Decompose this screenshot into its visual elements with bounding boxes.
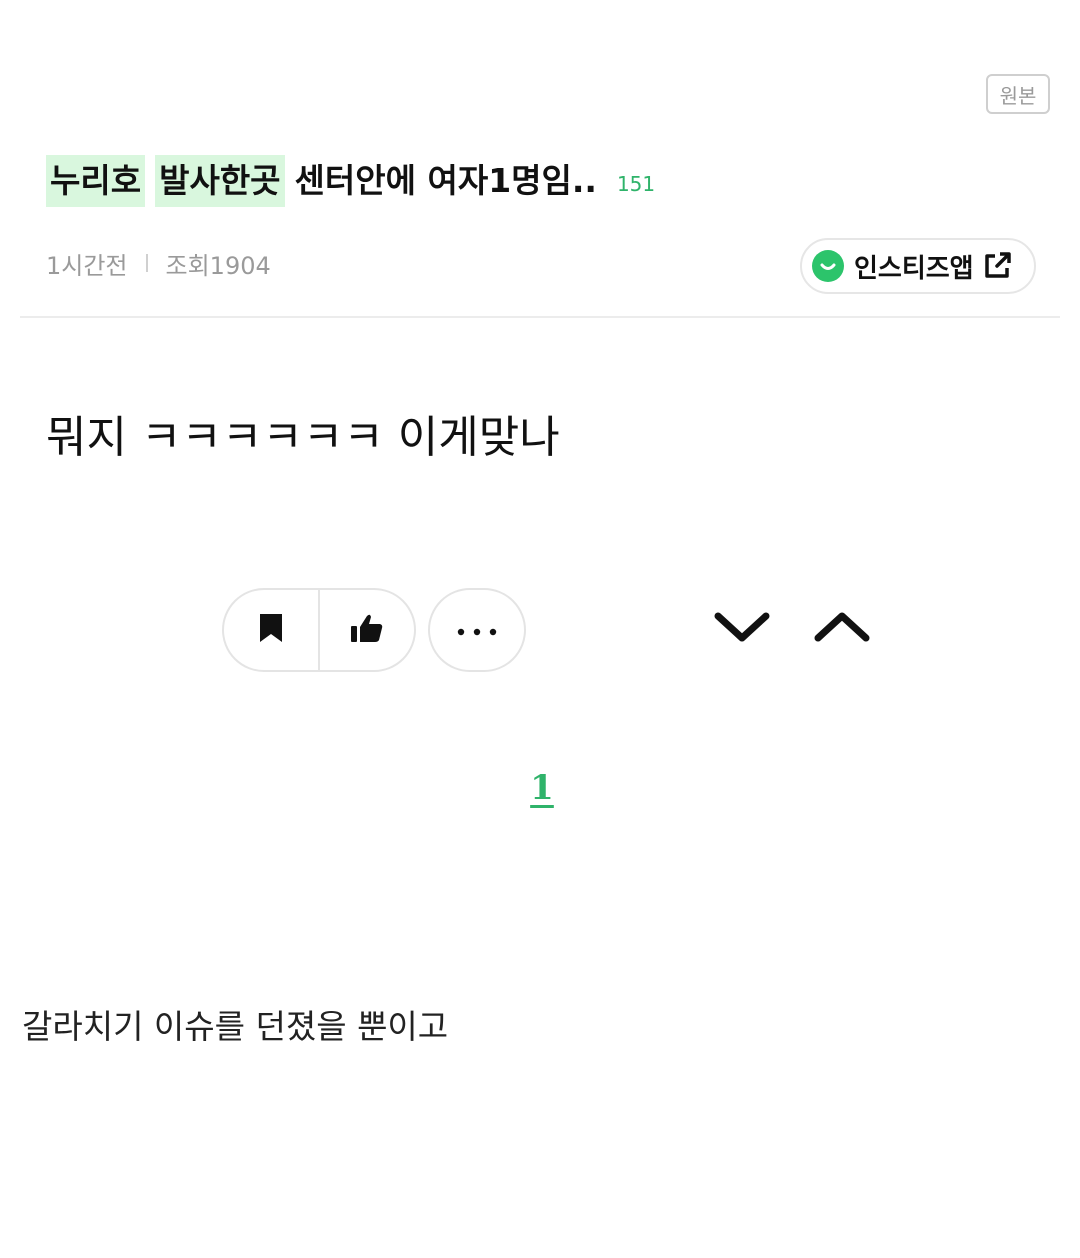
post-title: 누리호 발사한곳 센터안에 여자1명임.. 151	[46, 154, 655, 208]
like-button[interactable]	[320, 590, 414, 670]
previous-post-button[interactable]	[812, 606, 872, 652]
post-meta: 1시간전 조회1904	[46, 246, 271, 280]
header-divider	[20, 316, 1060, 318]
chevron-down-icon	[714, 610, 770, 648]
post-views: 조회1904	[165, 251, 271, 280]
post-action-group	[222, 588, 416, 672]
post-body: 뭐지 ㅋㅋㅋㅋㅋㅋ 이게맞나	[46, 412, 560, 463]
more-button[interactable]	[428, 588, 526, 672]
page-number-link[interactable]: 1	[520, 768, 564, 808]
app-logo-icon	[812, 250, 844, 282]
title-keyword-1[interactable]: 누리호	[46, 155, 146, 207]
open-app-label: 인스티즈앱	[854, 253, 974, 284]
original-button[interactable]: 원본	[986, 74, 1050, 114]
bookmark-button[interactable]	[224, 590, 318, 670]
title-text: 센터안에 여자1명임..	[294, 161, 597, 200]
chevron-up-icon	[814, 610, 870, 648]
external-link-icon	[982, 251, 1012, 281]
open-app-button[interactable]: 인스티즈앱	[800, 238, 1036, 294]
comment-text: 갈라치기 이슈를 던졌을 뿐이고	[22, 1007, 449, 1046]
thumbs-up-icon	[350, 613, 384, 647]
title-keyword-2[interactable]: 발사한곳	[155, 155, 285, 207]
meta-divider	[145, 254, 148, 272]
more-dots-icon	[457, 621, 497, 640]
post-time: 1시간전	[46, 251, 128, 280]
next-post-button[interactable]	[712, 606, 772, 652]
bookmark-icon	[258, 613, 284, 647]
comment-count[interactable]: 151	[617, 172, 655, 196]
